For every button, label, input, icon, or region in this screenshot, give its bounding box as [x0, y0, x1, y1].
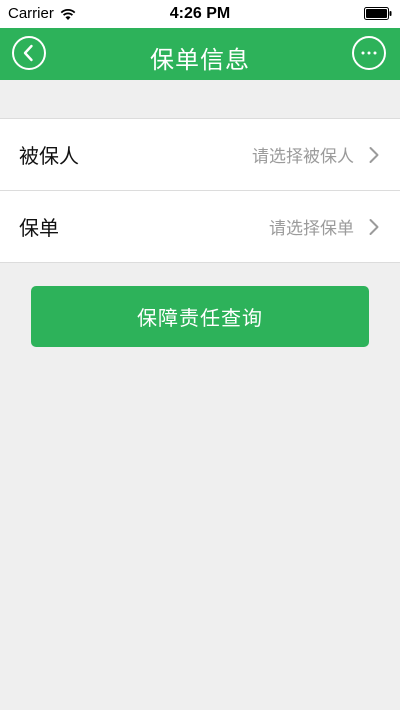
policy-label: 保单 — [19, 216, 59, 240]
navigation-bar: 保单信息 — [0, 28, 400, 80]
insured-person-label: 被保人 — [19, 144, 79, 168]
battery-icon — [364, 7, 392, 20]
page-title: 保单信息 — [150, 46, 250, 74]
status-time: 4:26 PM — [169, 5, 231, 22]
policy-placeholder: 请选择保单 — [269, 219, 354, 239]
chevron-right-icon — [369, 147, 379, 163]
insured-person-placeholder: 请选择被保人 — [252, 147, 354, 167]
policy-form: 被保人 请选择被保人 保单 请选择保单 — [0, 118, 400, 263]
status-bar: Carrier 4:26 PM — [0, 0, 400, 28]
coverage-query-button[interactable]: 保障责任查询 — [31, 286, 369, 347]
chevron-right-icon — [369, 219, 379, 235]
insured-person-row[interactable]: 被保人 请选择被保人 — [0, 119, 400, 190]
policy-row[interactable]: 保单 请选择保单 — [0, 190, 400, 262]
ellipsis-icon — [361, 51, 377, 55]
more-options-button[interactable] — [352, 36, 386, 70]
